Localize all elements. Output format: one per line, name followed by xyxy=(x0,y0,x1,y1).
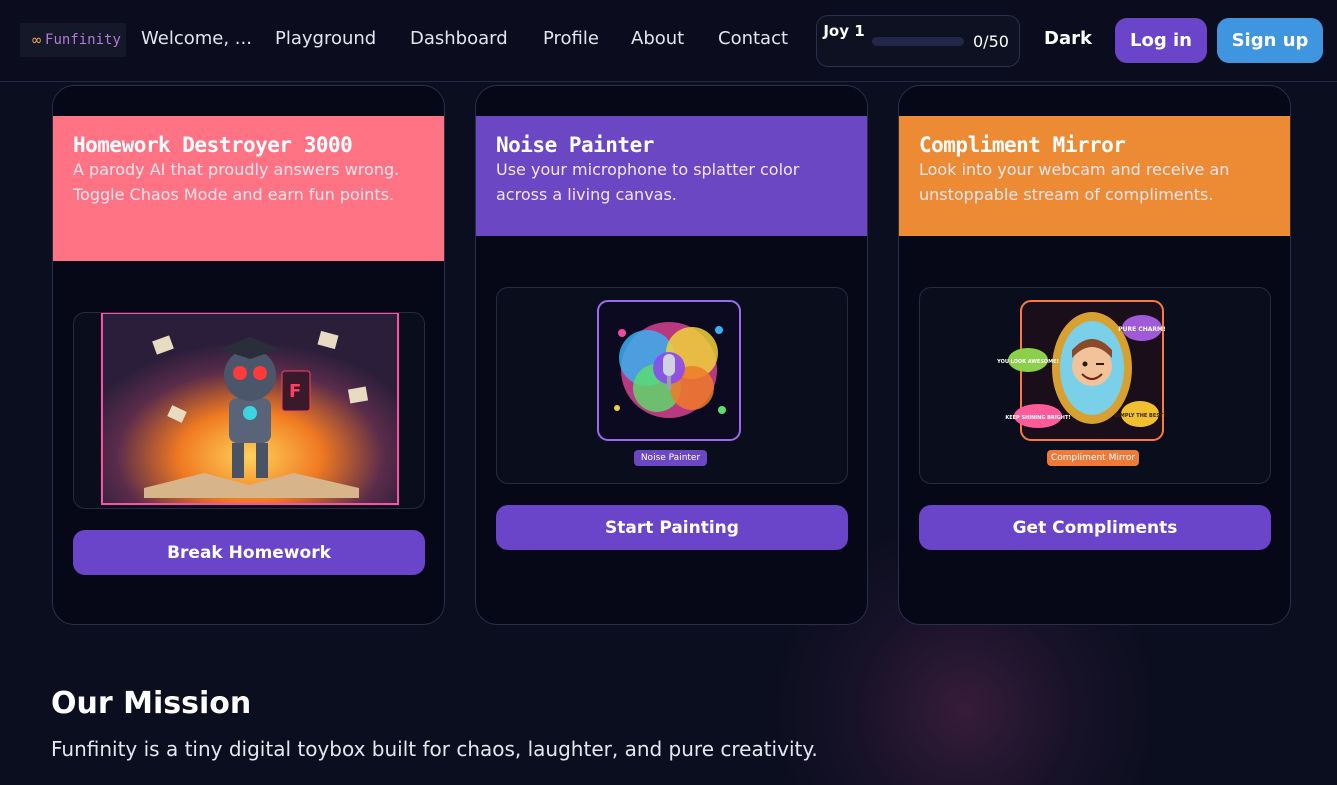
card-preview: Noise Painter xyxy=(496,287,848,484)
joy-meter: Joy 1 0/50 xyxy=(816,15,1020,67)
nav-link-profile[interactable]: Profile xyxy=(543,28,599,49)
card-description: Look into your webcam and receive an uns… xyxy=(919,160,1230,204)
joy-label: Joy 1 xyxy=(823,22,865,40)
break-homework-button[interactable]: Break Homework xyxy=(73,530,425,575)
card-homework-destroyer: Homework Destroyer 3000 A parody AI that… xyxy=(52,85,445,625)
svg-text:F: F xyxy=(289,381,301,402)
nav-link-playground[interactable]: Playground xyxy=(275,28,376,49)
infinity-icon: ∞ xyxy=(32,31,42,49)
mission-text: Funfinity is a tiny digital toybox built… xyxy=(51,737,818,761)
welcome-link[interactable]: Welcome, ... xyxy=(141,28,252,49)
robot-homework-illustration: F xyxy=(101,313,399,505)
image-caption: Noise Painter xyxy=(634,450,707,466)
card-preview: PURE CHARM! YOU LOOK AWESOME! KEEP SHINI… xyxy=(919,287,1271,484)
card-title: Homework Destroyer 3000 xyxy=(73,133,353,157)
card-header: Homework Destroyer 3000 A parody AI that… xyxy=(53,116,444,261)
card-compliment-mirror: Compliment Mirror Look into your webcam … xyxy=(898,85,1291,625)
card-description: A parody AI that proudly answers wrong. … xyxy=(73,160,400,204)
nav-link-dashboard[interactable]: Dashboard xyxy=(410,28,508,49)
card-description: Use your microphone to splatter color ac… xyxy=(496,160,800,204)
card-header: Noise Painter Use your microphone to spl… xyxy=(476,116,867,236)
signup-button[interactable]: Sign up xyxy=(1217,18,1323,63)
top-navbar: ∞ Funfinity Welcome, ... Playground Dash… xyxy=(0,0,1337,82)
card-title: Compliment Mirror xyxy=(919,133,1126,157)
joy-count: 0/50 xyxy=(973,32,1009,51)
image-caption: Compliment Mirror xyxy=(1047,450,1139,466)
bubble-simply-the-best: SIMPLY THE BEST! xyxy=(1114,413,1165,419)
mission-heading: Our Mission xyxy=(51,686,252,721)
nav-link-contact[interactable]: Contact xyxy=(718,28,788,49)
bubble-you-look-awesome: YOU LOOK AWESOME! xyxy=(996,359,1059,365)
theme-toggle[interactable]: Dark xyxy=(1044,28,1092,49)
card-header: Compliment Mirror Look into your webcam … xyxy=(899,116,1290,236)
joy-progress-bar xyxy=(872,37,964,46)
logo-text: Funfinity xyxy=(45,32,121,48)
logo[interactable]: ∞ Funfinity xyxy=(20,23,126,57)
bubble-keep-shining: KEEP SHINING BRIGHT! xyxy=(1005,415,1070,421)
bubble-pure-charm: PURE CHARM! xyxy=(1118,326,1165,333)
get-compliments-button[interactable]: Get Compliments xyxy=(919,505,1271,550)
card-preview: F xyxy=(73,312,425,509)
card-title: Noise Painter xyxy=(496,133,654,157)
login-button[interactable]: Log in xyxy=(1115,18,1207,63)
card-noise-painter: Noise Painter Use your microphone to spl… xyxy=(475,85,868,625)
start-painting-button[interactable]: Start Painting xyxy=(496,505,848,550)
nav-link-about[interactable]: About xyxy=(631,28,684,49)
